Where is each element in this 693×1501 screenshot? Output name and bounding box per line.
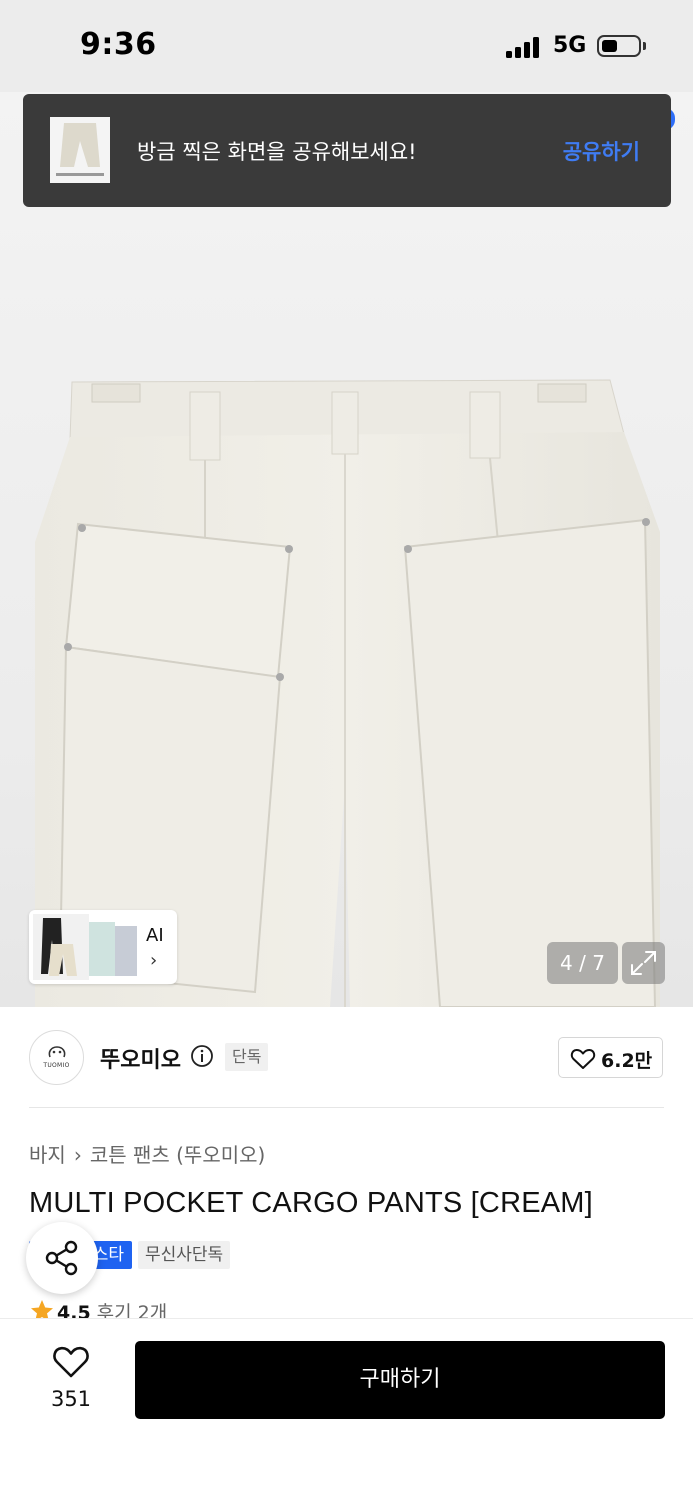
share-toast: 방금 찍은 화면을 공유해보세요! 공유하기 xyxy=(23,94,671,207)
expand-button[interactable] xyxy=(622,942,665,984)
status-bar: 9:36 5G xyxy=(0,0,693,92)
heart-icon xyxy=(53,1346,89,1378)
buy-button[interactable]: 구매하기 xyxy=(135,1341,665,1419)
pants-illustration xyxy=(35,379,660,1007)
breadcrumb-subcategory[interactable]: 코튼 팬츠 (뚜오미오) xyxy=(90,1143,266,1167)
status-time: 9:36 xyxy=(80,27,157,62)
heart-icon xyxy=(570,1048,596,1069)
brand-like-button[interactable]: 6.2만 xyxy=(558,1037,663,1078)
battery-icon xyxy=(597,35,641,57)
breadcrumb-separator: › xyxy=(73,1143,82,1167)
ai-label: AI xyxy=(146,925,164,946)
info-icon[interactable] xyxy=(190,1044,214,1068)
product-image[interactable] xyxy=(0,92,693,1007)
tag-musinsa-exclusive: 무신사단독 xyxy=(138,1241,231,1269)
brand-like-count: 6.2만 xyxy=(601,1050,653,1072)
brand-logo[interactable]: TUOMIO xyxy=(29,1030,84,1085)
breadcrumb: 바지 › 코튼 팬츠 (뚜오미오) xyxy=(29,1139,265,1168)
chevron-right-icon: › xyxy=(150,950,158,971)
toast-message: 방금 찍은 화면을 공유해보세요! xyxy=(137,140,417,164)
expand-icon xyxy=(631,951,656,975)
wishlist-button[interactable]: 351 xyxy=(36,1341,106,1421)
breadcrumb-category[interactable]: 바지 xyxy=(29,1143,66,1167)
product-title: MULTI POCKET CARGO PANTS [CREAM] xyxy=(29,1187,593,1219)
exclusive-badge: 단독 xyxy=(225,1043,269,1071)
ai-thumbnails xyxy=(33,914,137,980)
bottom-action-bar: 351 구매하기 xyxy=(0,1318,693,1501)
network-type: 5G xyxy=(553,33,587,58)
brand-logo-text: TUOMIO xyxy=(43,1062,70,1069)
divider xyxy=(29,1107,664,1108)
ai-styling-chip[interactable]: AI › xyxy=(29,910,177,984)
toast-share-button[interactable]: 공유하기 xyxy=(563,136,640,166)
brand-name[interactable]: 뚜오미오 xyxy=(100,1042,181,1074)
image-counter: 4 / 7 xyxy=(547,942,618,984)
signal-icon xyxy=(506,36,544,58)
screenshot-thumbnail[interactable] xyxy=(50,117,110,183)
battery-cap xyxy=(643,42,646,50)
wishlist-count: 351 xyxy=(50,1387,92,1411)
brand-logo-mark xyxy=(48,1046,66,1058)
share-button[interactable] xyxy=(26,1222,98,1294)
share-icon xyxy=(45,1240,78,1276)
